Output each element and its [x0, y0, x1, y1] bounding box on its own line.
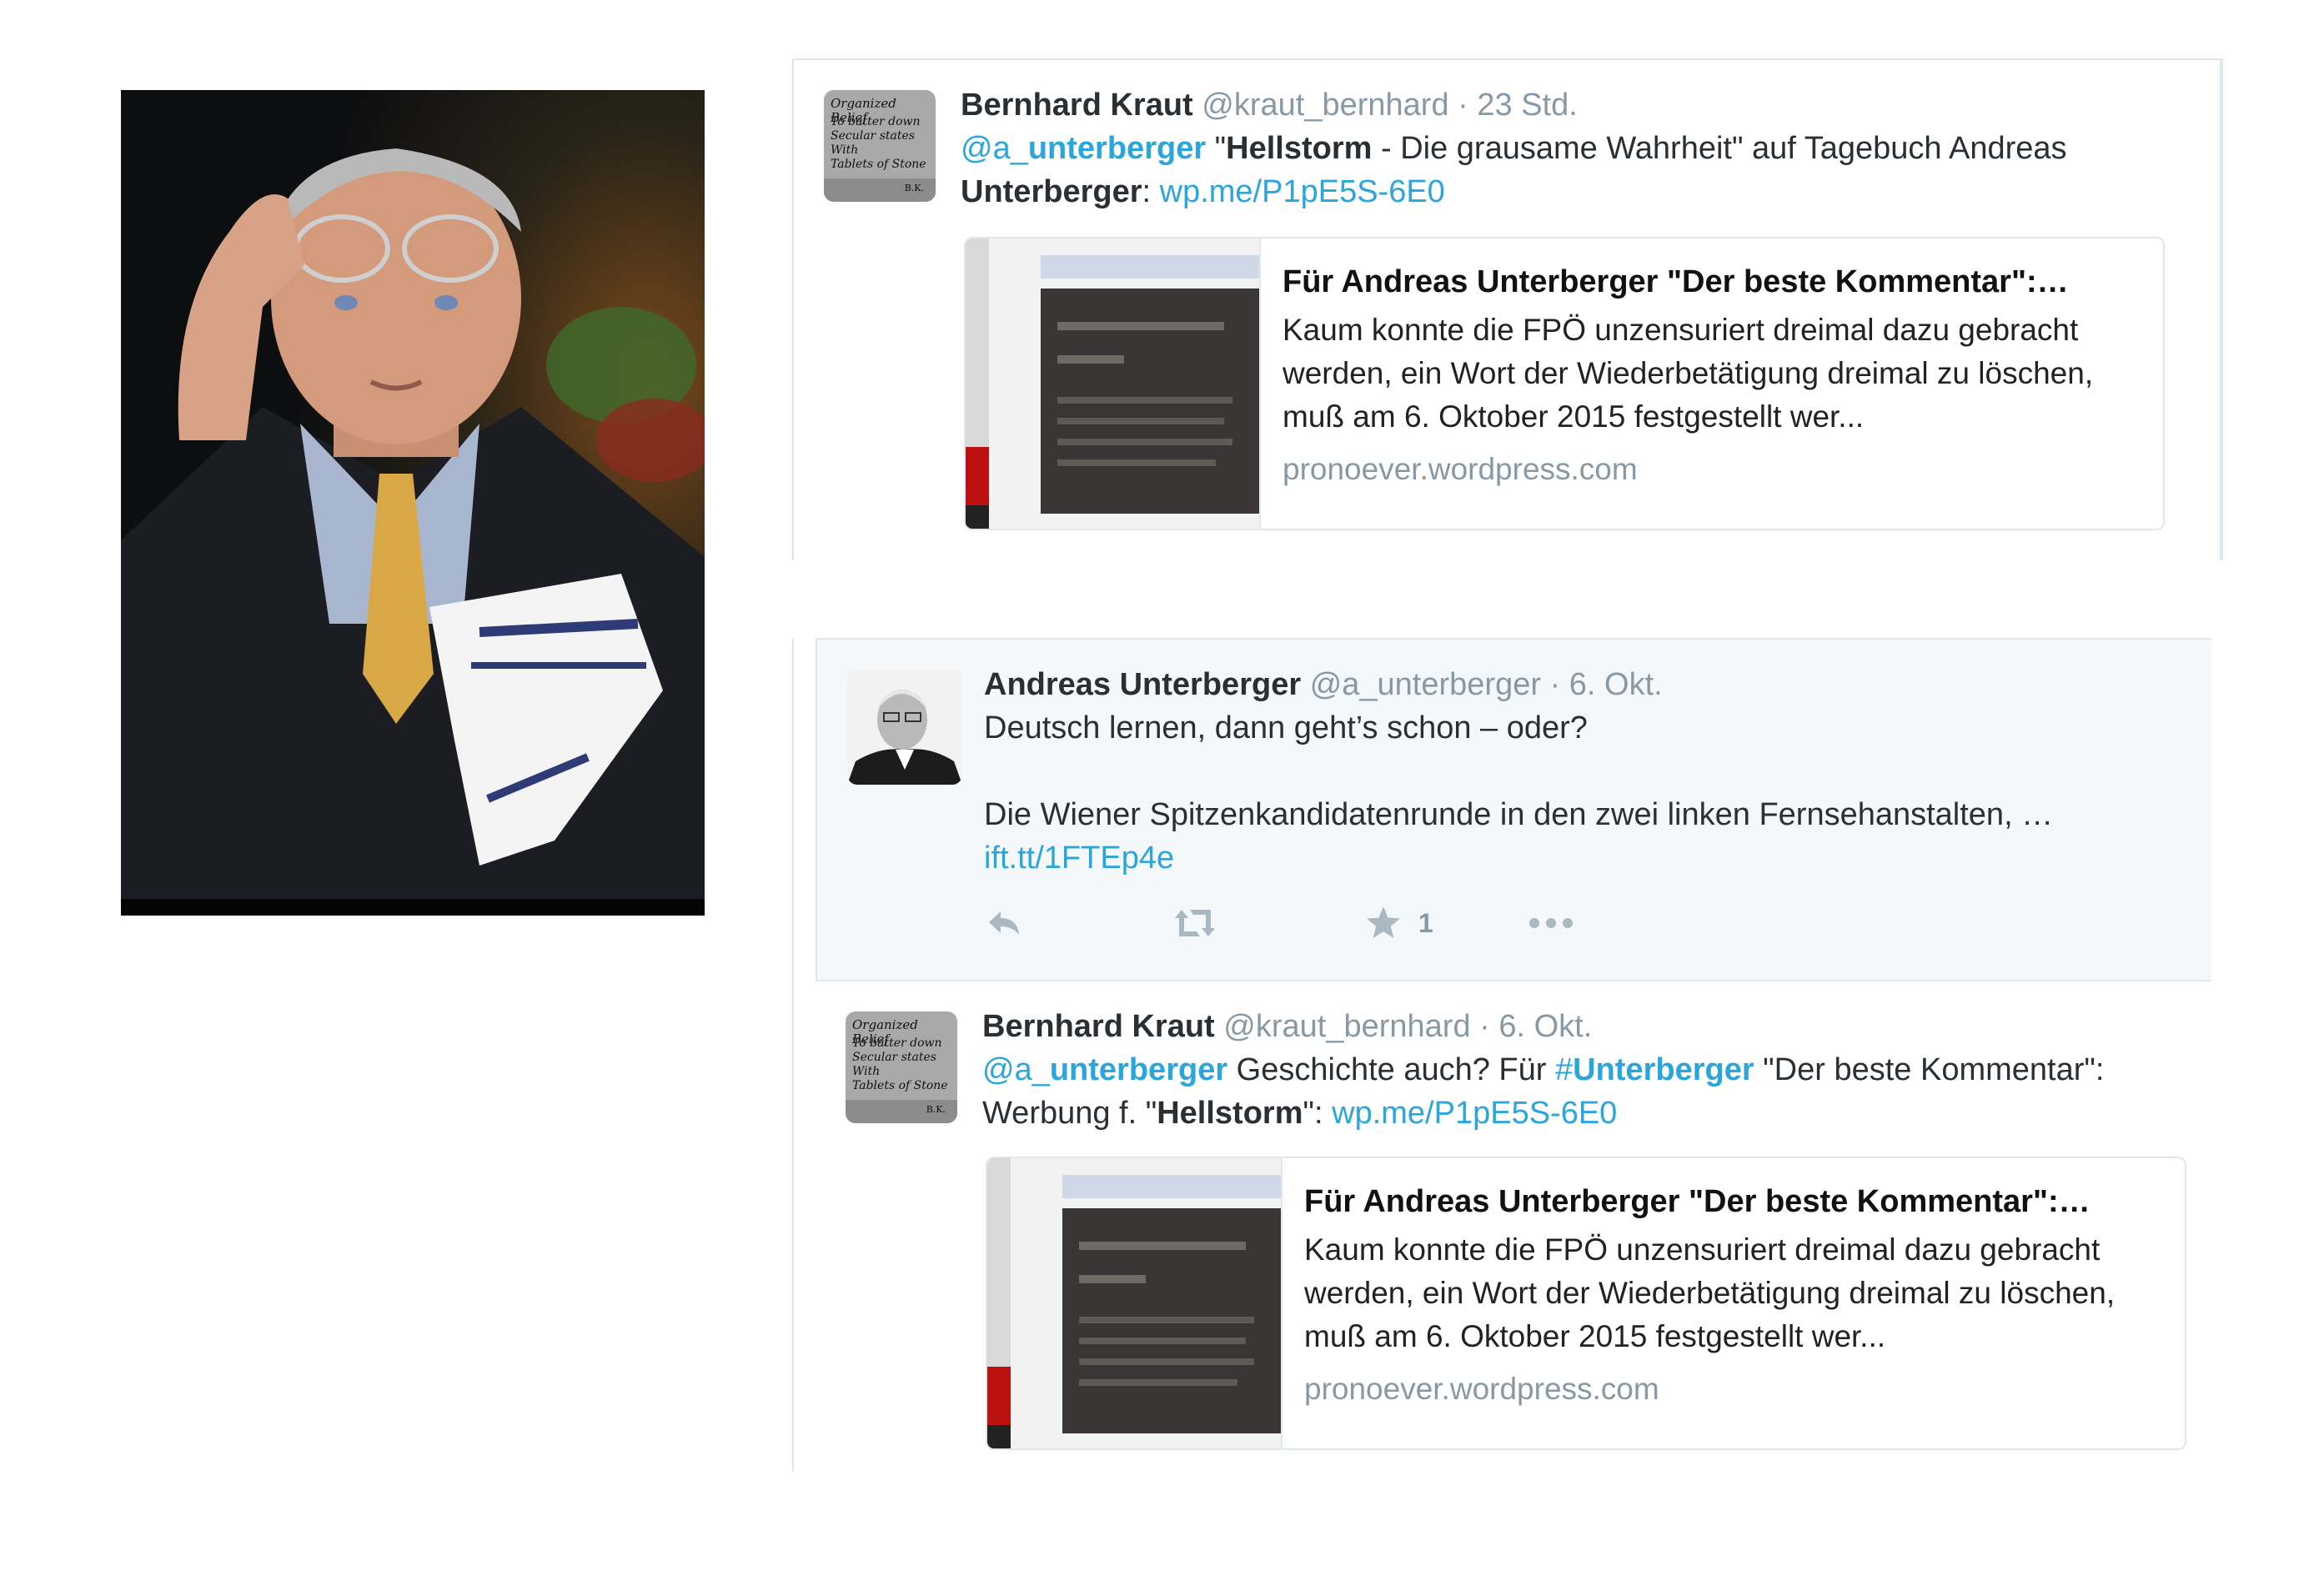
tweet-timestamp[interactable]: · 6. Okt.: [1550, 667, 1663, 702]
tweet-text: @a_unterberger Geschichte auch? Für #Unt…: [982, 1052, 2105, 1131]
tweet-actions: 1: [984, 898, 1734, 948]
author-handle[interactable]: @kraut_bernhard: [1223, 1009, 1470, 1044]
tweet-text-line-1: Deutsch lernen, dann geht’s schon – oder…: [984, 710, 1588, 745]
card-domain: pronoever.wordpress.com: [1282, 452, 1638, 486]
tweet-bernhard-reply[interactable]: Organized Belief To batter down Secular …: [816, 981, 2211, 1473]
tweet-text-line-2: Die Wiener Spitzenkandidatenrunde in den…: [984, 797, 2054, 832]
card-description: Kaum konnte die FPÖ unzensuriert dreimal…: [1304, 1232, 2116, 1353]
tweet-header: Bernhard Kraut @kraut_bernhard · 23 Std.: [961, 83, 2186, 127]
card-title: Für Andreas Unterberger "Der beste Komme…: [1282, 264, 2069, 299]
tweet-andreas-unterberger[interactable]: Andreas Unterberger @a_unterberger · 6. …: [816, 638, 2211, 981]
conversation-panel: Andreas Unterberger @a_unterberger · 6. …: [792, 638, 2211, 1472]
tweet-header: Bernhard Kraut @kraut_bernhard · 6. Okt.: [982, 1005, 2178, 1048]
avatar[interactable]: Organized Belief To batter down Secular …: [846, 1011, 957, 1123]
link-preview-card[interactable]: Für Andreas Unterberger "Der beste Komme…: [986, 1157, 2186, 1450]
tweet-url-link[interactable]: wp.me/P1pE5S-6E0: [1332, 1096, 1617, 1131]
more-icon: [1529, 918, 1573, 928]
card-thumbnail: [966, 238, 1261, 529]
reply-icon: [989, 911, 1019, 935]
star-icon: [1367, 906, 1400, 938]
retweet-icon: [1175, 910, 1215, 936]
card-title: Für Andreas Unterberger "Der beste Komme…: [1304, 1184, 2091, 1219]
hashtag-link[interactable]: #Unterberger: [1555, 1052, 1754, 1087]
retweet-button[interactable]: [1172, 898, 1218, 948]
author-handle[interactable]: @kraut_bernhard: [1202, 88, 1448, 123]
mention-link[interactable]: @a_unterberger: [982, 1052, 1227, 1087]
tweet-url-link[interactable]: wp.me/P1pE5S-6E0: [1160, 174, 1445, 209]
tweet-text: @a_unterberger "Hellstorm - Die grausame…: [961, 131, 2067, 209]
tweet-timestamp[interactable]: · 6. Okt.: [1479, 1009, 1592, 1044]
reply-button[interactable]: [984, 898, 1024, 948]
tweet-url-link[interactable]: ift.tt/1FTEp4e: [984, 841, 1174, 876]
avatar[interactable]: [847, 670, 962, 785]
portrait-photo: [121, 90, 705, 916]
avatar[interactable]: Organized Belief To batter down Secular …: [824, 90, 936, 202]
author-name[interactable]: Andreas Unterberger: [984, 667, 1301, 702]
tweet-bernhard-hellstorm[interactable]: Organized Belief To batter down Secular …: [794, 60, 2220, 560]
tweet-header: Andreas Unterberger @a_unterberger · 6. …: [984, 663, 2178, 706]
favorite-button[interactable]: 1: [1363, 898, 1433, 948]
author-name[interactable]: Bernhard Kraut: [961, 88, 1193, 123]
card-description: Kaum konnte die FPÖ unzensuriert dreimal…: [1282, 313, 2094, 434]
tweet-timestamp[interactable]: · 23 Std.: [1458, 88, 1578, 123]
link-preview-card[interactable]: Für Andreas Unterberger "Der beste Komme…: [964, 237, 2165, 530]
card-thumbnail: [987, 1158, 1282, 1448]
card-domain: pronoever.wordpress.com: [1304, 1372, 1659, 1406]
more-button[interactable]: [1526, 898, 1576, 948]
author-handle[interactable]: @a_unterberger: [1310, 667, 1541, 702]
favorite-count: 1: [1418, 907, 1433, 938]
author-name[interactable]: Bernhard Kraut: [982, 1009, 1215, 1044]
tweet-panel-top: Organized Belief To batter down Secular …: [792, 58, 2223, 560]
mention-link[interactable]: @a_unterberger: [961, 131, 1206, 166]
